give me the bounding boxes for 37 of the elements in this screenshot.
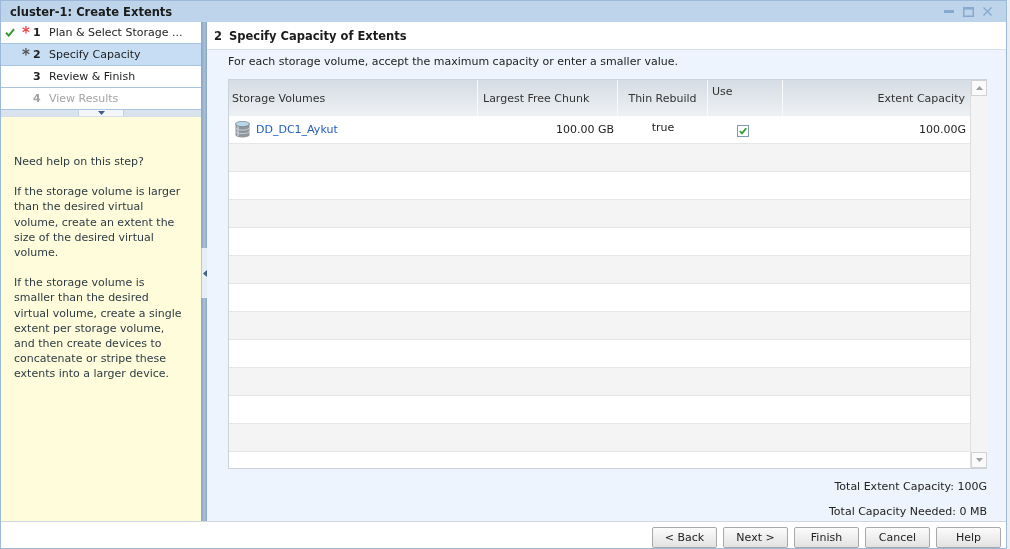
window-title: cluster-1: Create Extents: [10, 4, 173, 19]
column-header[interactable]: Largest Free Chunk: [478, 80, 618, 116]
column-header[interactable]: Use: [708, 80, 783, 116]
required-marker: *: [22, 48, 30, 59]
column-header[interactable]: Thin Rebuild: [618, 80, 708, 116]
help-paragraph: If the storage volume is smaller than the desired virtual volume, create a single extent per storage volume, and then create devices to concatenate or stripe these extents into a larger device.: [14, 275, 183, 382]
database-icon: [235, 121, 250, 138]
wizard-button[interactable]: Help: [936, 527, 1001, 548]
volume-link[interactable]: DD_DC1_Aykut: [256, 123, 338, 136]
column-header[interactable]: Extent Capacity: [783, 80, 970, 116]
wizard-button[interactable]: < Back: [652, 527, 717, 548]
checkbox[interactable]: [736, 125, 749, 137]
scrollbar[interactable]: [970, 80, 987, 468]
caret-up-icon: [975, 86, 983, 90]
table-cell-text: 100.00 GB: [554, 122, 615, 138]
splitter-handle[interactable]: [201, 248, 207, 298]
collapse-handle[interactable]: [78, 110, 124, 116]
table-cell-text: 100.00G: [918, 122, 967, 138]
page-title: Specify Capacity of Extents: [229, 28, 407, 43]
table-cell-text: true: [650, 120, 676, 136]
wizard-button[interactable]: Next >: [723, 527, 788, 548]
total-text: Total Extent Capacity: 100G: [833, 479, 987, 494]
total-text: Total Capacity Needed: 0 MB: [828, 504, 987, 519]
step-number: 2: [214, 28, 223, 43]
column-header[interactable]: Storage Volumes: [229, 80, 478, 116]
scroll-up-button[interactable]: [971, 80, 987, 96]
scroll-down-button[interactable]: [971, 452, 987, 468]
wizard-step[interactable]: * 2 Specify Capacity: [1, 44, 201, 66]
wizard-button[interactable]: Cancel: [865, 527, 930, 548]
instructions-text: For each storage volume, accept the maximum capacity or enter a smaller value.: [228, 54, 679, 69]
maximize-icon[interactable]: [963, 6, 974, 17]
close-icon[interactable]: [983, 7, 992, 16]
help-paragraph: If the storage volume is larger than the desired virtual volume, create an extent the size of the desired virtual volume.: [14, 184, 182, 261]
wizard-button[interactable]: Finish: [794, 527, 859, 548]
required-marker: *: [22, 26, 30, 37]
help-title: Need help on this step?: [14, 154, 145, 170]
caret-down-icon: [975, 458, 983, 462]
